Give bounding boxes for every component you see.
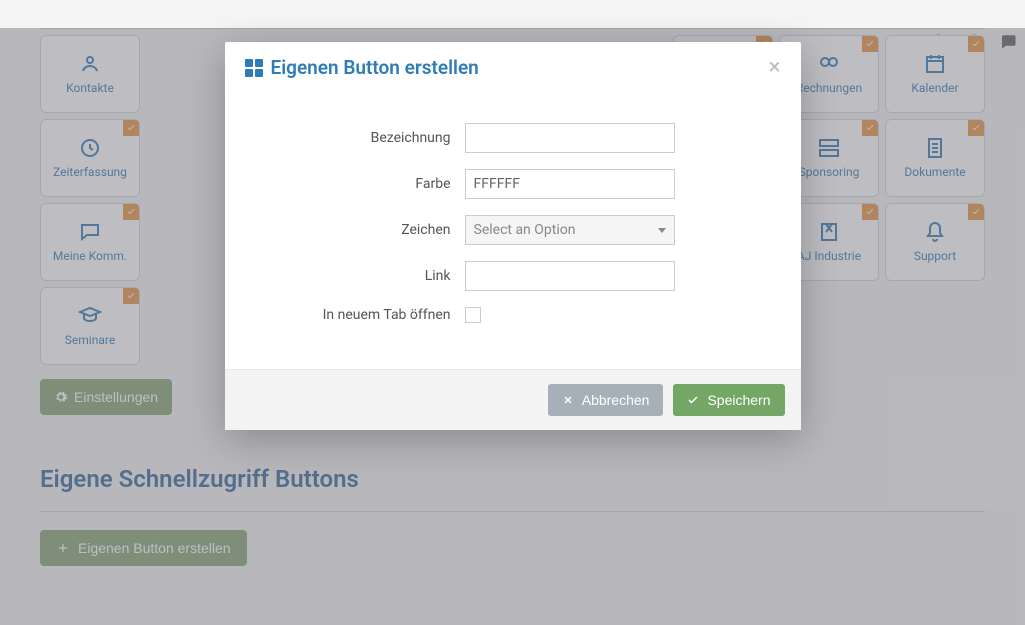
check-icon bbox=[687, 394, 699, 406]
modal-title: Eigenen Button erstellen bbox=[245, 56, 479, 79]
cancel-button-label: Abbrechen bbox=[582, 392, 650, 408]
checkbox-newtab[interactable] bbox=[465, 307, 481, 323]
label-newtab: In neuem Tab öffnen bbox=[245, 307, 465, 323]
select-placeholder: Select an Option bbox=[474, 222, 576, 238]
grid-icon bbox=[245, 59, 263, 77]
label-bezeichnung: Bezeichnung bbox=[245, 130, 465, 146]
label-link: Link bbox=[245, 268, 465, 284]
close-icon[interactable]: × bbox=[769, 57, 781, 79]
chevron-down-icon bbox=[658, 228, 666, 233]
modal-title-text: Eigenen Button erstellen bbox=[271, 56, 479, 79]
cancel-button[interactable]: Abbrechen bbox=[548, 384, 664, 416]
save-button-label: Speichern bbox=[707, 392, 770, 408]
input-link[interactable] bbox=[465, 261, 675, 291]
input-farbe[interactable] bbox=[465, 169, 675, 199]
label-farbe: Farbe bbox=[245, 176, 465, 192]
x-icon bbox=[562, 394, 574, 406]
select-zeichen[interactable]: Select an Option bbox=[465, 215, 675, 245]
label-zeichen: Zeichen bbox=[245, 222, 465, 238]
input-bezeichnung[interactable] bbox=[465, 123, 675, 153]
create-button-modal: Eigenen Button erstellen × Bezeichnung F… bbox=[225, 42, 801, 430]
save-button[interactable]: Speichern bbox=[673, 384, 784, 416]
